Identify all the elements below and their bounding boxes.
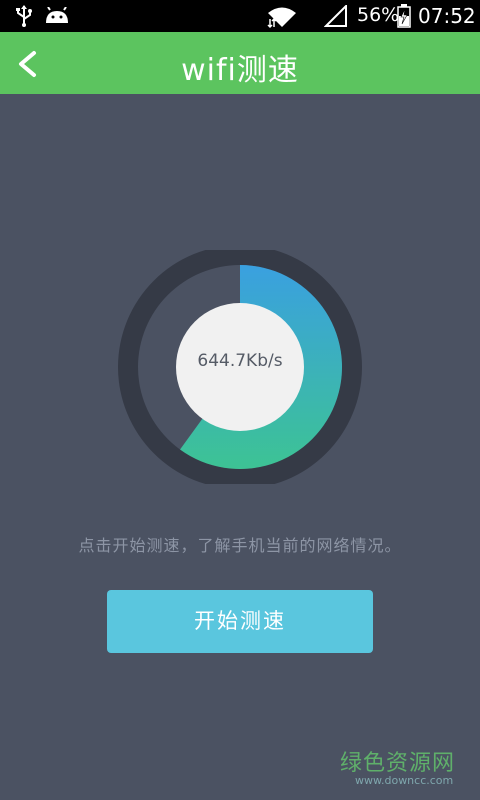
signal-icon	[323, 3, 348, 31]
hint-text: 点击开始测速，了解手机当前的网络情况。	[78, 536, 402, 555]
start-test-button[interactable]: 开始测速	[107, 590, 373, 653]
wifi-icon	[266, 5, 298, 33]
android-icon	[44, 6, 70, 29]
speed-value: 644.7Kb/s	[197, 351, 283, 371]
watermark-url: www.downcc.com	[355, 774, 454, 787]
status-bar: 56% 07:52	[0, 0, 480, 32]
app-bar: wifi测速	[0, 32, 480, 94]
battery-percent: 56%	[357, 4, 400, 26]
page-title: wifi测速	[181, 53, 299, 88]
battery-charging-icon	[397, 4, 411, 32]
watermark-brand: 绿色资源网	[340, 751, 456, 776]
clock: 07:52	[418, 4, 476, 28]
usb-icon	[14, 5, 34, 31]
